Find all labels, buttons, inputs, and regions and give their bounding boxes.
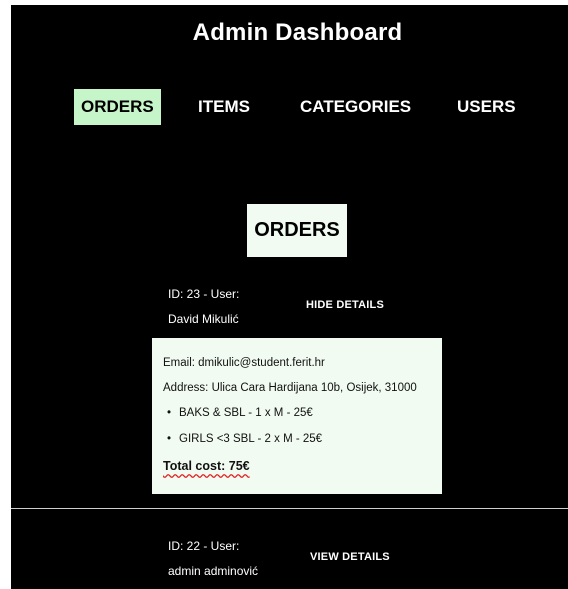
order-divider: [11, 508, 568, 509]
order-email: Email: dmikulic@student.ferit.hr: [163, 357, 325, 369]
nav-orders[interactable]: ORDERS: [74, 89, 161, 125]
hide-details-button[interactable]: HIDE DETAILS: [306, 299, 384, 311]
order-details-panel: Email: dmikulic@student.ferit.hr Address…: [152, 338, 442, 494]
order-total: Total cost: 75€: [163, 459, 250, 473]
order-address: Address: Ulica Cara Hardijana 10b, Osije…: [163, 382, 417, 394]
order-user-name: admin adminović: [168, 564, 259, 578]
order-id-user: ID: 23 - User:: [168, 287, 240, 301]
page-title: Admin Dashboard: [192, 19, 403, 46]
order-id-user: ID: 22 - User:: [168, 539, 240, 553]
order-items-list: BAKS & SBL - 1 x M - 25€ GIRLS <3 SBL - …: [167, 405, 322, 457]
nav-categories[interactable]: CATEGORIES: [300, 89, 411, 125]
orders-heading: ORDERS: [247, 204, 347, 257]
order-item: BAKS & SBL - 1 x M - 25€: [167, 405, 322, 431]
nav-users[interactable]: USERS: [457, 89, 516, 125]
view-details-button[interactable]: VIEW DETAILS: [310, 551, 390, 563]
main-nav: ORDERS ITEMS CATEGORIES USERS: [11, 89, 568, 125]
nav-items[interactable]: ITEMS: [198, 89, 250, 125]
order-user-name: David Mikulić: [168, 312, 239, 326]
app-frame: Admin Dashboard ORDERS ITEMS CATEGORIES …: [11, 5, 568, 589]
order-item: GIRLS <3 SBL - 2 x M - 25€: [167, 431, 322, 457]
